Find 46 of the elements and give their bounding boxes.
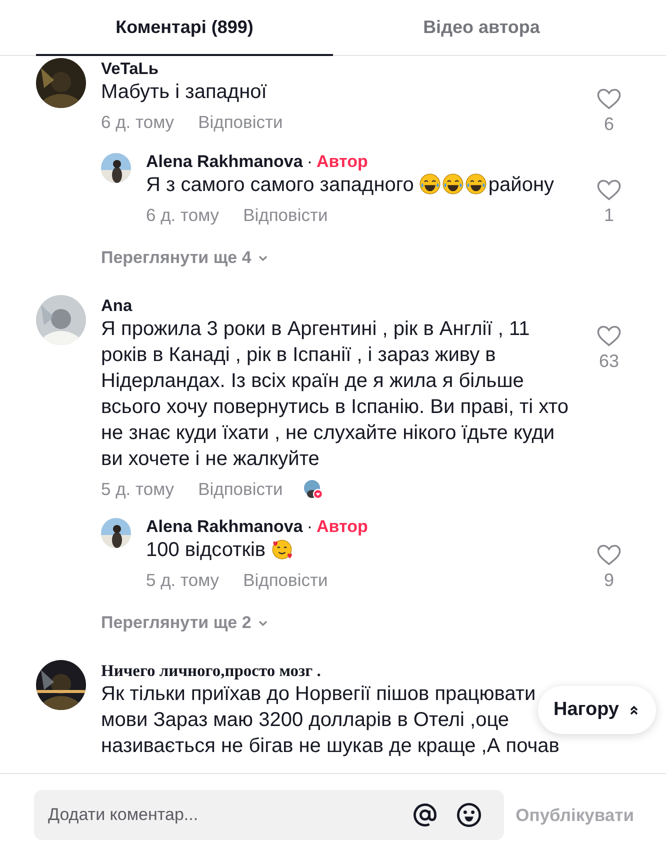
comment-input-field[interactable]: Додати коментар... bbox=[34, 790, 504, 840]
username[interactable]: Alena Rakhmanova bbox=[146, 152, 303, 171]
like-count: 6 bbox=[604, 114, 614, 135]
comment-input[interactable]: Додати коментар... bbox=[46, 804, 394, 826]
comment-text-line: Як тільки приїхав до Норвегії пішов працювати bbox=[101, 682, 536, 707]
username[interactable]: Ana bbox=[101, 295, 584, 316]
tab[interactable]: Коментарі (899) bbox=[36, 0, 333, 56]
heart-icon[interactable] bbox=[596, 177, 622, 203]
tab[interactable]: Відео автора bbox=[333, 0, 630, 56]
comment-time: 5 д. тому bbox=[101, 478, 174, 500]
back-to-top-button[interactable]: Нагору bbox=[538, 686, 656, 734]
emoji-icon[interactable] bbox=[456, 802, 482, 828]
comment-text: Мабуть і западної bbox=[101, 80, 267, 105]
heart-icon[interactable] bbox=[596, 323, 622, 349]
comment-text-line: називається не бігав не шукав де краще ,А почав bbox=[101, 734, 560, 759]
double-chevron-up-icon bbox=[628, 704, 640, 716]
heart-icon[interactable] bbox=[596, 86, 622, 112]
reply-link[interactable]: Відповісти bbox=[198, 478, 283, 500]
username[interactable]: VeTaLь bbox=[101, 58, 584, 79]
comment-time: 6 д. тому bbox=[146, 204, 220, 226]
reply-link[interactable]: Відповісти bbox=[198, 112, 283, 132]
view-more-replies-button[interactable]: Переглянути ще 4 bbox=[101, 248, 270, 268]
username[interactable]: Alena Rakhmanova bbox=[146, 517, 303, 536]
comment-time: 5 д. тому bbox=[146, 570, 220, 590]
like-count: 63 bbox=[598, 351, 620, 372]
author-label: Автор bbox=[316, 517, 368, 536]
separator-dot: · bbox=[306, 517, 313, 536]
reply-link[interactable]: Відповісти bbox=[243, 570, 328, 590]
mention-icon[interactable] bbox=[412, 802, 438, 828]
heart-icon[interactable] bbox=[596, 542, 622, 568]
laughing-emoji-icon bbox=[419, 173, 442, 195]
laughing-emoji-icon bbox=[442, 173, 464, 195]
comment-text: 100 відсотків bbox=[146, 537, 294, 563]
comment-time: 6 д. тому bbox=[101, 112, 174, 132]
laughing-emoji-icon bbox=[465, 173, 488, 195]
comment-text: Я прожила 3 роки в Аргентині , рік в Англії , 11 років в Канаді , рік в Іспанії , і зараз живу в Нідерландах. Із всіх країн де я жила я більше всього хочу повернутись в Іспанію. Ви праві, ті хто не знає куди їхати , не слухайте нікого їдьте куди ви хочете і не жалкуйте bbox=[101, 317, 570, 472]
separator-dot: · bbox=[306, 152, 313, 171]
like-count: 1 bbox=[604, 205, 614, 226]
author-label: Автор bbox=[316, 152, 368, 171]
comment-text: Я з самого самого западного району bbox=[146, 172, 554, 198]
username[interactable]: Ничего личного,просто мозг . bbox=[101, 660, 666, 681]
view-more-replies-button[interactable]: Переглянути ще 2 bbox=[101, 613, 270, 633]
like-count: 9 bbox=[604, 570, 614, 591]
smiling-hearts-emoji-icon bbox=[271, 538, 294, 560]
comment-text-line: мови Зараз маю 3200 долларів в Отелі ,оце bbox=[101, 708, 510, 733]
reply-link[interactable]: Відповісти bbox=[243, 204, 328, 226]
